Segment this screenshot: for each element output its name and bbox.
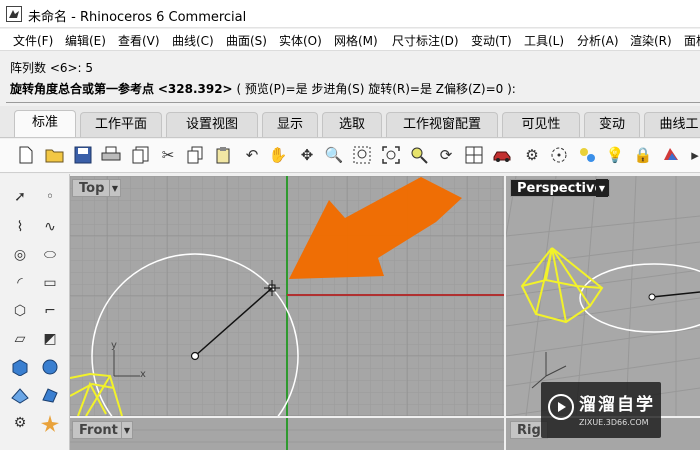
point-icon[interactable]: ◦	[38, 186, 62, 208]
surface-icon[interactable]: ▱	[8, 328, 32, 350]
menu-surface[interactable]: 曲面(S)	[226, 32, 267, 49]
open-icon[interactable]	[44, 144, 66, 166]
menu-file[interactable]: 文件(F)	[13, 32, 53, 49]
perspective-center-point	[648, 293, 656, 301]
watermark-logo: 溜溜自学 ZIXUE.3D66.COM	[541, 382, 661, 438]
tab-display[interactable]: 显示	[262, 112, 318, 137]
viewport-front-label[interactable]: Front	[72, 421, 125, 439]
window-title: 未命名 - Rhinoceros 6 Commercial	[28, 10, 247, 25]
fillet-icon[interactable]: ⌐	[38, 300, 62, 322]
tab-viewport-layout[interactable]: 工作视窗配置	[386, 112, 498, 137]
curve-icon[interactable]: ∿	[38, 216, 62, 238]
undo-icon[interactable]: ↶	[241, 144, 263, 166]
rotate-icon[interactable]: ⟳	[435, 144, 457, 166]
lightbulb-icon[interactable]: 💡	[604, 144, 626, 166]
rotation-center-point	[190, 351, 200, 361]
front-viewport-canvas	[70, 418, 504, 450]
command-prompt[interactable]: 旋转角度总合或第一参考点 <328.392> ( 预览(P)=是 步进角(S) …	[10, 80, 690, 102]
title-bar: 未命名 - Rhinoceros 6 Commercial	[0, 0, 700, 28]
mesh-icon[interactable]	[8, 384, 32, 406]
render-mesh-icon[interactable]	[38, 384, 62, 406]
print-icon[interactable]	[100, 144, 122, 166]
material-icon[interactable]	[576, 144, 598, 166]
command-prompt-value: <328.392>	[157, 82, 233, 96]
watermark-url: ZIXUE.3D66.COM	[579, 418, 649, 427]
circle-icon[interactable]: ◎	[8, 244, 32, 266]
menu-render[interactable]: 渲染(R)	[630, 32, 672, 49]
standard-toolbar: ✂ ↶ ✋ ✥ 🔍 ⟳ ⚙ 💡 🔒 ▸	[0, 139, 700, 173]
zoom-extents-icon[interactable]	[380, 144, 402, 166]
watermark-text: 溜溜自学	[579, 395, 655, 415]
viewport-perspective[interactable]: Perspective ▼	[506, 176, 700, 416]
new-icon[interactable]	[15, 144, 37, 166]
axis-label-x: x	[140, 369, 146, 380]
zoom-window-icon[interactable]	[351, 144, 373, 166]
paste-icon[interactable]	[212, 144, 234, 166]
menu-panels[interactable]: 面板	[684, 32, 700, 49]
zoom-icon[interactable]: 🔍	[323, 144, 345, 166]
menu-transform[interactable]: 变动(T)	[471, 32, 512, 49]
perspective-canvas	[506, 176, 700, 416]
save-icon[interactable]	[72, 144, 94, 166]
more-icon[interactable]: ▸	[684, 144, 700, 166]
menu-curve[interactable]: 曲线(C)	[172, 32, 214, 49]
loft-icon[interactable]: ◩	[38, 328, 62, 350]
color-icon[interactable]	[660, 144, 682, 166]
box-icon[interactable]	[8, 356, 32, 378]
command-history: 阵列数 <6>: 5	[10, 61, 94, 75]
viewport-menu-chevron-icon[interactable]: ▼	[109, 179, 121, 197]
rhino-app-icon	[6, 6, 22, 22]
menu-solid[interactable]: 实体(O)	[279, 32, 322, 49]
array-icon[interactable]	[38, 412, 62, 434]
command-divider	[6, 102, 700, 103]
grid-icon[interactable]	[463, 144, 485, 166]
tab-set-view[interactable]: 设置视图	[166, 112, 258, 137]
viewport-front[interactable]: Front ▼	[70, 418, 504, 450]
transform-icon[interactable]: ⚙	[8, 412, 32, 434]
tab-curve-tools[interactable]: 曲线工	[644, 112, 700, 137]
menu-edit[interactable]: 编辑(E)	[65, 32, 106, 49]
pan-icon[interactable]: ✋	[267, 144, 289, 166]
toolbar-tabs: 标准 工作平面 设置视图 显示 选取 工作视窗配置 可见性 变动 曲线工	[0, 106, 700, 138]
ellipse-icon[interactable]: ⬭	[38, 244, 62, 266]
menu-analyze[interactable]: 分析(A)	[577, 32, 619, 49]
rectangle-icon[interactable]: ▭	[38, 272, 62, 294]
copy-icon[interactable]	[184, 144, 206, 166]
command-prompt-main: 旋转角度总合或第一参考点	[10, 82, 155, 96]
tab-select[interactable]: 选取	[322, 112, 382, 137]
menu-dimension[interactable]: 尺寸标注(D)	[392, 32, 459, 49]
zoom-selected-icon[interactable]	[408, 144, 430, 166]
polygon-icon[interactable]: ⬡	[8, 300, 32, 322]
tab-visibility[interactable]: 可见性	[502, 112, 580, 137]
tab-transform[interactable]: 变动	[584, 112, 640, 137]
viewport-top-label[interactable]: Top	[72, 179, 112, 197]
watermark-play-icon	[548, 394, 574, 420]
viewport-menu-chevron-icon[interactable]: ▼	[596, 179, 608, 197]
select-arrow-icon[interactable]: ➚	[8, 186, 32, 208]
top-viewport-canvas	[70, 176, 504, 416]
command-prompt-options[interactable]: ( 预览(P)=是 步进角(S) 旋转(R)=是 Z偏移(Z)=0 ):	[236, 82, 515, 96]
axis-label-y: y	[111, 340, 117, 351]
menu-tools[interactable]: 工具(L)	[524, 32, 564, 49]
polyline-icon[interactable]: ⌇	[8, 216, 32, 238]
viewport-menu-chevron-icon[interactable]: ▼	[121, 421, 133, 439]
gear-icon[interactable]: ⚙	[521, 144, 543, 166]
rotate-view-icon[interactable]: ✥	[296, 144, 318, 166]
left-tool-palette: ➚ ◦ ⌇ ∿ ◎ ⬭ ◜ ▭ ⬡ ⌐ ▱ ◩ ⚙	[0, 174, 70, 450]
car-icon[interactable]	[491, 144, 513, 166]
viewport-top[interactable]: y x Top ▼	[70, 176, 504, 416]
menu-view[interactable]: 查看(V)	[118, 32, 160, 49]
arc-icon[interactable]: ◜	[8, 272, 32, 294]
circle-tool-icon[interactable]	[548, 144, 570, 166]
menu-bar: 文件(F) 编辑(E) 查看(V) 曲线(C) 曲面(S) 实体(O) 网格(M…	[0, 29, 700, 51]
tab-standard[interactable]: 标准	[14, 110, 76, 137]
tab-cplanes[interactable]: 工作平面	[80, 112, 162, 137]
menu-mesh[interactable]: 网格(M)	[334, 32, 378, 49]
sphere-icon[interactable]	[38, 356, 62, 378]
lock-icon[interactable]: 🔒	[632, 144, 654, 166]
cut-icon[interactable]: ✂	[157, 144, 179, 166]
import-icon[interactable]	[130, 144, 152, 166]
